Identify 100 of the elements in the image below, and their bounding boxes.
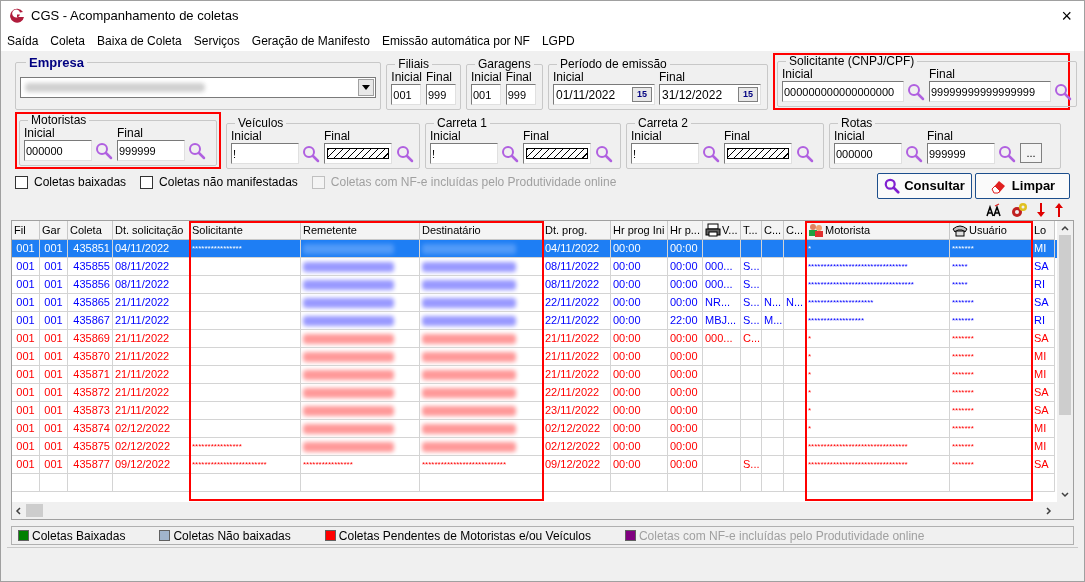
search-icon[interactable] bbox=[796, 144, 814, 163]
checkbox[interactable] bbox=[140, 175, 154, 189]
input-field[interactable]: 001 bbox=[471, 84, 501, 105]
input-field[interactable]: 99999999999999999 bbox=[929, 81, 1051, 102]
date-field[interactable]: 01/11/2022 15 bbox=[553, 84, 655, 105]
input-field[interactable]: 999999 bbox=[927, 143, 995, 164]
table-row[interactable]: 001 001 435877 09/12/2022 ************************ **************** *************************** 09/12/2022 00:00 00:00 S... ******************************** ******* SA bbox=[12, 456, 1057, 474]
table-cell: 08/11/2022 bbox=[545, 260, 600, 272]
menu-item[interactable]: Baixa de Coleta bbox=[97, 32, 182, 50]
menu-item[interactable]: Coleta bbox=[50, 32, 86, 50]
table-row[interactable]: 001 001 435855 08/11/2022 08/11/2022 00:00 00:00 000... S... ******************************** ***** SA bbox=[12, 258, 1057, 276]
column-header[interactable]: Dt. prog. bbox=[543, 221, 611, 240]
arrow-down-icon[interactable] bbox=[1036, 202, 1046, 218]
table-cell: 21/11/2022 bbox=[115, 404, 170, 416]
printer-icon bbox=[705, 223, 721, 237]
search-icon[interactable] bbox=[396, 144, 414, 163]
search-icon[interactable] bbox=[595, 144, 613, 163]
scroll-thumb[interactable] bbox=[26, 504, 43, 517]
input-field[interactable]: 001 bbox=[391, 84, 422, 105]
search-icon[interactable] bbox=[998, 144, 1016, 163]
input-field[interactable]: ! bbox=[631, 143, 699, 164]
input-field[interactable]: 000000 bbox=[24, 140, 92, 161]
table-cell: 00:00 bbox=[670, 440, 698, 452]
field-label: Inicial bbox=[782, 67, 814, 81]
table-row[interactable]: 001 001 435865 21/11/2022 22/11/2022 00:00 00:00 NR... S... N... N... ********************* ******* SA bbox=[12, 294, 1057, 312]
calendar-button[interactable]: 15 bbox=[738, 87, 758, 102]
hatched-field[interactable] bbox=[324, 143, 392, 164]
menu-item[interactable]: Emissão automática por NF bbox=[381, 32, 530, 50]
clear-button[interactable]: Limpar bbox=[975, 173, 1070, 199]
company-dropdown[interactable] bbox=[20, 77, 377, 98]
search-icon[interactable] bbox=[907, 82, 925, 101]
column-header[interactable]: Hr p... bbox=[668, 221, 703, 240]
column-header[interactable]: Coleta bbox=[68, 221, 113, 240]
table-row[interactable]: 001 001 435869 21/11/2022 21/11/2022 00:00 00:00 000... C... * ******* SA bbox=[12, 330, 1057, 348]
column-header[interactable]: C... bbox=[784, 221, 806, 240]
hatched-field[interactable] bbox=[523, 143, 591, 164]
column-header[interactable]: V... bbox=[703, 221, 741, 240]
menu-item[interactable]: Serviços bbox=[193, 32, 240, 50]
search-icon[interactable] bbox=[905, 144, 923, 163]
menu-item[interactable]: Saída bbox=[7, 32, 39, 50]
empty-cell bbox=[611, 474, 668, 492]
hatched-field[interactable] bbox=[724, 143, 792, 164]
more-button[interactable]: ... bbox=[1020, 143, 1042, 163]
table-cell: 435865 bbox=[73, 296, 110, 308]
column-header[interactable]: Gar bbox=[40, 221, 68, 240]
input-field[interactable]: 999 bbox=[426, 84, 456, 105]
table-row[interactable]: 001 001 435873 21/11/2022 23/11/2022 00:00 00:00 * ******* SA bbox=[12, 402, 1057, 420]
table-cell: 00:00 bbox=[670, 260, 698, 272]
table-row[interactable]: 001 001 435851 04/11/2022 **************** 04/11/2022 00:00 00:00 * ******* MI bbox=[12, 240, 1057, 258]
arrow-up-icon[interactable] bbox=[1054, 202, 1064, 218]
input-field[interactable]: 000000000000000000 bbox=[782, 81, 904, 102]
table-row[interactable]: 001 001 435867 21/11/2022 22/11/2022 00:00 22:00 MBJ... S... M... ****************** ******* RI bbox=[12, 312, 1057, 330]
menu-item[interactable]: Geração de Manifesto bbox=[251, 32, 370, 50]
table-row[interactable]: 001 001 435874 02/12/2022 02/12/2022 00:00 00:00 * ******* MI bbox=[12, 420, 1057, 438]
scroll-thumb[interactable] bbox=[1059, 235, 1071, 415]
search-icon[interactable] bbox=[95, 141, 113, 160]
empty-cell bbox=[762, 474, 784, 492]
checkbox[interactable] bbox=[15, 175, 28, 189]
calendar-button[interactable]: 15 bbox=[632, 87, 652, 102]
date-field[interactable]: 31/12/2022 15 bbox=[659, 84, 761, 105]
vertical-scrollbar[interactable] bbox=[1057, 221, 1073, 502]
table-cell: ***** bbox=[952, 280, 968, 289]
table-cell: 08/11/2022 bbox=[115, 278, 170, 290]
search-icon[interactable] bbox=[702, 144, 720, 163]
table-row[interactable]: 001 001 435875 02/12/2022 **************** 02/12/2022 00:00 00:00 ******************************** ******* MI bbox=[12, 438, 1057, 456]
table-row[interactable]: 001 001 435870 21/11/2022 21/11/2022 00:00 00:00 * ******* MI bbox=[12, 348, 1057, 366]
table-cell: 001 bbox=[16, 332, 35, 344]
table-row[interactable]: 001 001 435856 08/11/2022 08/11/2022 00:00 00:00 000... S... ********************************** ***** RI bbox=[12, 276, 1057, 294]
phone-icon bbox=[952, 223, 968, 237]
menu-item[interactable]: LGPD bbox=[541, 32, 575, 50]
table-cell: 04/11/2022 bbox=[115, 242, 170, 254]
table-row[interactable]: 001 001 435872 21/11/2022 22/11/2022 00:00 00:00 * ******* SA bbox=[12, 384, 1057, 402]
input-field[interactable]: ! bbox=[430, 143, 498, 164]
column-header[interactable]: Fil bbox=[12, 221, 40, 240]
column-header[interactable]: T... bbox=[741, 221, 762, 240]
search-icon[interactable] bbox=[188, 141, 206, 160]
table-cell: 00:00 bbox=[613, 260, 641, 272]
table-cell: 435872 bbox=[73, 386, 110, 398]
close-button[interactable]: × bbox=[1057, 7, 1076, 25]
search-icon[interactable] bbox=[501, 144, 519, 163]
search-button[interactable]: Consultar bbox=[877, 173, 972, 199]
search-icon[interactable] bbox=[302, 144, 320, 163]
table-cell: N... bbox=[764, 296, 782, 308]
font-size-icon[interactable] bbox=[986, 203, 1002, 217]
column-header[interactable]: C... bbox=[762, 221, 784, 240]
table-cell: MI bbox=[1034, 242, 1047, 254]
search-icon[interactable] bbox=[1054, 82, 1072, 101]
table-cell: ******* bbox=[952, 406, 974, 415]
input-field[interactable]: 999 bbox=[505, 84, 536, 105]
input-field[interactable]: 000000 bbox=[834, 143, 902, 164]
dropdown-button[interactable] bbox=[358, 79, 375, 96]
input-field[interactable]: 999999 bbox=[117, 140, 185, 161]
column-header[interactable]: Hr prog Ini bbox=[611, 221, 668, 240]
horizontal-scrollbar[interactable] bbox=[12, 502, 1073, 519]
input-field[interactable]: ! bbox=[231, 143, 299, 164]
table-cell: 21/11/2022 bbox=[545, 350, 600, 362]
gears-icon[interactable] bbox=[1010, 202, 1028, 218]
column-header[interactable]: Lo bbox=[1032, 221, 1055, 240]
table-row[interactable]: 001 001 435871 21/11/2022 21/11/2022 00:00 00:00 * ******* MI bbox=[12, 366, 1057, 384]
column-header[interactable]: Dt. solicitação bbox=[113, 221, 190, 240]
